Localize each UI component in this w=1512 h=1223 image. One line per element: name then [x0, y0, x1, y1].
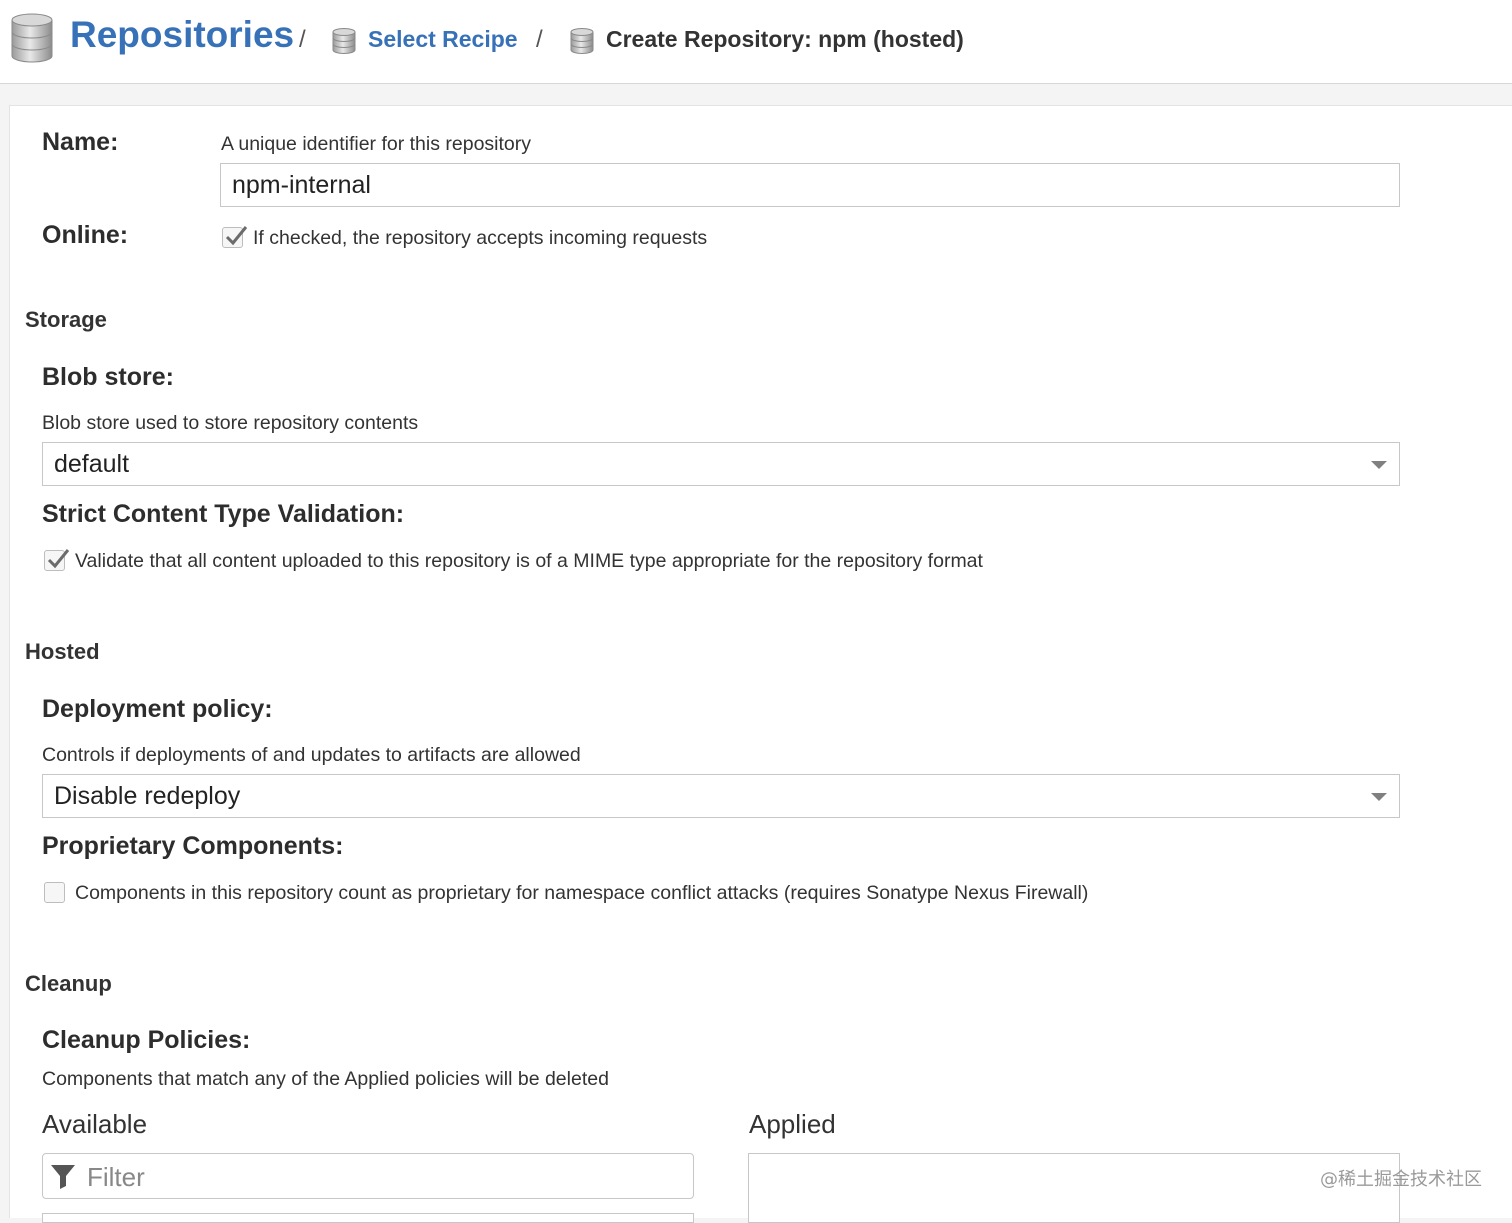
available-column-label: Available: [42, 1109, 148, 1139]
available-policies-list[interactable]: [42, 1213, 694, 1223]
deployment-policy-value: Disable redeploy: [54, 781, 241, 810]
section-storage: Storage: [25, 307, 107, 332]
database-icon: [570, 28, 594, 54]
chevron-down-icon: [1371, 793, 1387, 801]
blob-store-label: Blob store:: [42, 363, 174, 391]
database-icon: [11, 13, 53, 63]
online-label: Online:: [42, 221, 129, 249]
database-icon: [332, 28, 356, 54]
breadcrumb-repositories[interactable]: Repositories: [70, 14, 294, 56]
available-filter-input[interactable]: [85, 1160, 679, 1194]
chevron-down-icon: [1371, 461, 1387, 469]
deployment-policy-help: Controls if deployments of and updates t…: [42, 744, 581, 766]
strict-validation-label: Strict Content Type Validation:: [42, 500, 405, 528]
proprietary-label: Proprietary Components:: [42, 832, 344, 860]
section-cleanup: Cleanup: [25, 971, 112, 996]
filter-icon: [51, 1165, 75, 1189]
watermark: @稀土掘金技术社区: [1320, 1169, 1482, 1190]
proprietary-checkbox[interactable]: [44, 882, 65, 903]
online-checkbox-label: If checked, the repository accepts incom…: [253, 227, 708, 249]
proprietary-checkbox-label: Components in this repository count as p…: [75, 882, 1089, 904]
name-help: A unique identifier for this repository: [221, 133, 532, 155]
available-filter-field[interactable]: [42, 1153, 694, 1199]
breadcrumb-separator: /: [536, 26, 543, 53]
check-icon: [47, 549, 70, 569]
page-header: Repositories / Select Recipe / Create Re…: [0, 0, 1512, 84]
applied-column-label: Applied: [749, 1109, 836, 1139]
strict-validation-checkbox[interactable]: [44, 549, 70, 571]
applied-policies-list[interactable]: [748, 1153, 1400, 1223]
cleanup-policies-label: Cleanup Policies:: [42, 1026, 251, 1054]
online-checkbox[interactable]: [222, 226, 248, 248]
breadcrumb-select-recipe[interactable]: Select Recipe: [368, 26, 518, 53]
breadcrumb-current: Create Repository: npm (hosted): [606, 26, 964, 52]
name-label: Name:: [42, 128, 119, 156]
check-icon: [225, 226, 248, 246]
blob-store-value: default: [54, 449, 130, 478]
deployment-policy-select[interactable]: Disable redeploy: [42, 774, 1400, 818]
name-input[interactable]: npm-internal: [220, 163, 1400, 207]
section-hosted: Hosted: [25, 639, 100, 664]
strict-validation-checkbox-label: Validate that all content uploaded to th…: [75, 550, 983, 572]
cleanup-policies-help: Components that match any of the Applied…: [42, 1068, 609, 1090]
blob-store-select[interactable]: default: [42, 442, 1400, 486]
deployment-policy-label: Deployment policy:: [42, 695, 273, 723]
blob-store-help: Blob store used to store repository cont…: [42, 412, 419, 434]
breadcrumb-separator: /: [299, 26, 306, 53]
